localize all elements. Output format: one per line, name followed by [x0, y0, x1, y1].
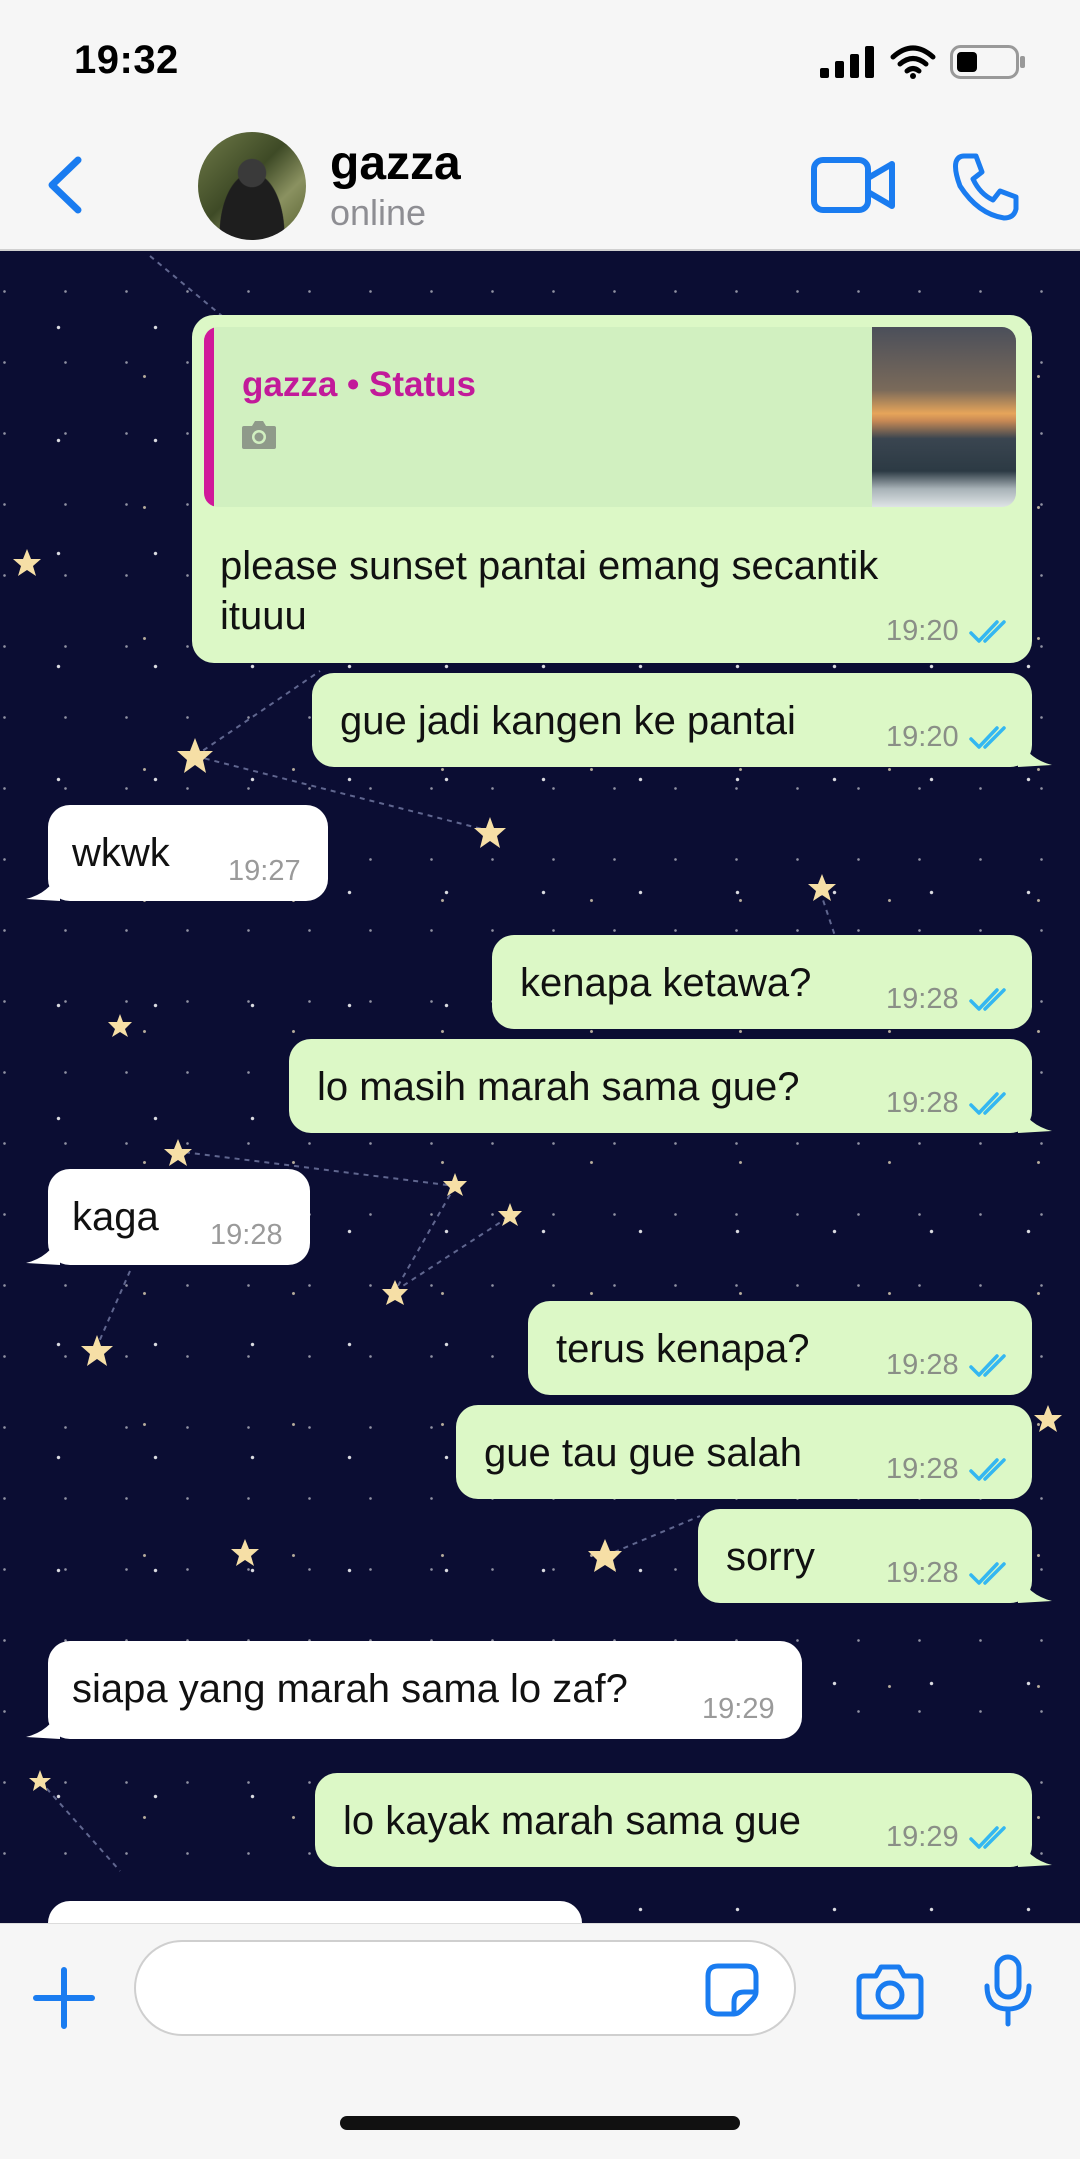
message-time: 19:28 [886, 1087, 959, 1119]
message-text: wkwk [72, 831, 170, 875]
back-chevron-icon[interactable] [40, 152, 90, 218]
bubble-tail [1018, 1837, 1052, 1867]
read-ticks-icon [969, 1458, 1006, 1481]
read-ticks-icon [969, 1354, 1006, 1377]
plus-icon[interactable] [32, 1966, 96, 2030]
bubble-tail [26, 1235, 60, 1265]
read-ticks-icon [969, 988, 1006, 1011]
status-time: 19:32 [74, 38, 179, 82]
message-bubble-incoming-partial[interactable] [48, 1901, 582, 1923]
read-ticks-icon [969, 620, 1006, 643]
quoted-status-reply[interactable]: gazza • Status [204, 327, 1016, 507]
message-time: 19:20 [886, 615, 959, 647]
message-time: 19:28 [886, 1453, 959, 1485]
phone-icon[interactable] [950, 150, 1022, 222]
wifi-icon [890, 45, 936, 79]
message-text: gue tau gue salah [484, 1431, 803, 1475]
reply-accent-bar [204, 327, 214, 507]
message-bubble-outgoing[interactable]: terus kenapa? 19:28 [528, 1301, 1032, 1395]
message-text: gue jadi kangen ke pantai [340, 699, 796, 743]
message-time: 19:28 [886, 983, 959, 1015]
message-text-line: please sunset pantai emang secantik [220, 544, 879, 588]
message-time: 19:28 [886, 1349, 959, 1381]
avatar[interactable] [198, 132, 306, 240]
message-text: lo kayak marah sama gue [343, 1799, 802, 1843]
message-text-line: ituuu [220, 594, 307, 638]
sticker-icon[interactable] [704, 1962, 760, 2018]
camera-icon[interactable] [856, 1962, 924, 2020]
message-text: siapa yang marah sama lo zaf? [72, 1667, 628, 1711]
message-text: lo masih marah sama gue? [317, 1065, 800, 1109]
bubble-tail [26, 871, 60, 901]
read-ticks-icon [969, 1826, 1006, 1849]
message-time: 19:28 [210, 1219, 283, 1251]
contact-status: online [330, 192, 427, 233]
bubble-tail [26, 1709, 60, 1739]
status-icons [820, 42, 1026, 82]
message-time: 19:27 [228, 855, 301, 887]
message-bubble-outgoing[interactable]: sorry 19:28 [698, 1509, 1052, 1603]
message-text: please sunset pantai emang secantik ituu… [220, 541, 960, 641]
status-thumbnail [872, 327, 1016, 507]
video-call-icon[interactable] [810, 154, 896, 216]
read-ticks-icon [969, 726, 1006, 749]
microphone-icon[interactable] [982, 1954, 1034, 2028]
message-bubble-outgoing[interactable]: kenapa ketawa? 19:28 [492, 935, 1032, 1029]
chat-area[interactable]: gazza • Status please sunset pantai eman… [0, 251, 1080, 1923]
message-bubble-incoming[interactable]: wkwk 19:27 [26, 805, 328, 901]
read-ticks-icon [969, 1562, 1006, 1585]
bubble-tail [1018, 1573, 1052, 1603]
message-bubble-outgoing[interactable]: lo masih marah sama gue? 19:28 [289, 1039, 1052, 1133]
message-bubble-outgoing[interactable]: gazza • Status please sunset pantai eman… [192, 315, 1032, 663]
camera-icon [242, 421, 276, 449]
battery-icon [950, 45, 1025, 79]
message-text: kenapa ketawa? [520, 961, 812, 1005]
message-text: terus kenapa? [556, 1327, 810, 1371]
message-bubble-outgoing[interactable]: gue jadi kangen ke pantai 19:20 [312, 673, 1052, 767]
home-indicator[interactable] [340, 2116, 740, 2130]
bubble-tail [1018, 1103, 1052, 1133]
message-text: kaga [72, 1195, 159, 1239]
contact-name[interactable]: gazza [330, 136, 461, 191]
message-time: 19:28 [886, 1557, 959, 1589]
status-bar: 19:32 [0, 0, 1080, 120]
read-ticks-icon [969, 1092, 1006, 1115]
chat-header: gazza online [0, 120, 1080, 251]
bubble-tail [1018, 737, 1052, 767]
message-bubble-incoming[interactable]: siapa yang marah sama lo zaf? 19:29 [26, 1641, 802, 1739]
message-input[interactable] [134, 1940, 796, 2036]
signal-icon [820, 46, 874, 78]
message-bubble-outgoing[interactable]: gue tau gue salah 19:28 [456, 1405, 1032, 1499]
message-time: 19:20 [886, 721, 959, 753]
reply-title: gazza • Status [242, 365, 476, 404]
message-bubble-incoming[interactable]: kaga 19:28 [26, 1169, 310, 1265]
message-bubble-outgoing[interactable]: lo kayak marah sama gue 19:29 [315, 1773, 1052, 1867]
message-time: 19:29 [886, 1821, 959, 1853]
message-text: sorry [726, 1535, 815, 1579]
message-time: 19:29 [702, 1693, 775, 1725]
